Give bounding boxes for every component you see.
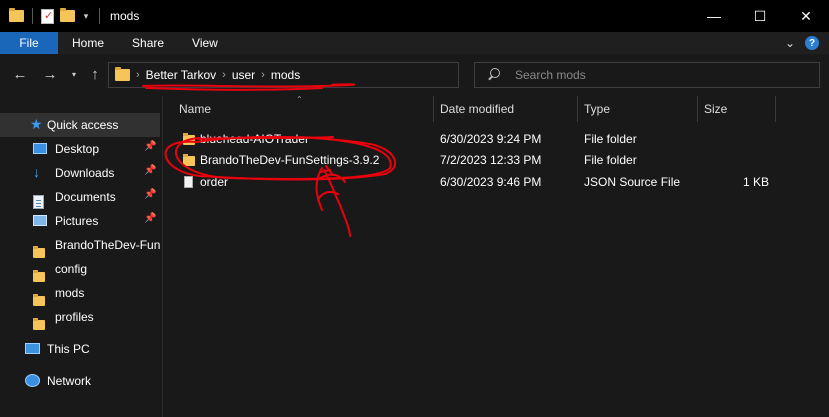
maximize-button[interactable]: ☐ xyxy=(737,0,783,32)
desktop-icon xyxy=(33,143,47,154)
sidebar-item-config[interactable]: config xyxy=(0,257,160,282)
sidebar-item-label: Network xyxy=(47,374,92,388)
documents-icon xyxy=(33,195,44,209)
search-box[interactable] xyxy=(474,62,820,88)
sidebar-item-desktop[interactable]: Desktop 📌 xyxy=(0,137,160,161)
sidebar-item-mods[interactable]: mods xyxy=(0,281,160,306)
help-icon[interactable]: ? xyxy=(805,36,819,50)
toolbar-divider xyxy=(99,8,100,24)
column-header-label: Type xyxy=(584,102,611,116)
address-bar[interactable]: › Better Tarkov › user › mods ⌄ ↻ xyxy=(108,62,557,88)
tab-home[interactable]: Home xyxy=(58,32,118,54)
column-divider[interactable] xyxy=(775,96,776,122)
file-list: Name ⌃ Date modified Type Size bluehead-… xyxy=(163,95,829,417)
column-divider[interactable] xyxy=(697,96,698,122)
up-button[interactable]: ↑ xyxy=(86,66,104,83)
breadcrumb-mods[interactable]: mods xyxy=(271,68,300,82)
downloads-icon: ↓ xyxy=(33,164,40,180)
navigation-pane: ★ Quick access Desktop 📌 ↓ Downloads 📌 D… xyxy=(0,96,162,417)
column-header-type[interactable]: Type xyxy=(584,96,610,122)
file-date: 6/30/2023 9:46 PM xyxy=(440,175,542,189)
properties-icon[interactable] xyxy=(41,8,54,24)
close-button[interactable]: ✕ xyxy=(783,0,829,32)
sidebar-item-label: This PC xyxy=(47,342,90,356)
sidebar-item-label: Quick access xyxy=(47,118,119,132)
search-input[interactable] xyxy=(515,68,795,82)
back-button[interactable]: ← xyxy=(11,66,29,83)
column-header-label: Name xyxy=(179,102,212,116)
column-header-name[interactable]: Name xyxy=(179,96,211,122)
sidebar-item-this-pc[interactable]: This PC xyxy=(0,337,160,361)
chevron-right-icon[interactable]: › xyxy=(136,69,140,81)
pin-icon[interactable]: 📌 xyxy=(144,165,156,176)
sidebar-item-label: mods xyxy=(55,286,85,300)
file-type: File folder xyxy=(584,132,637,146)
file-type: File folder xyxy=(584,153,637,167)
sidebar-item-pictures[interactable]: Pictures 📌 xyxy=(0,209,160,233)
table-row[interactable]: bluehead-AIOTrader 6/30/2023 9:24 PM Fil… xyxy=(163,128,829,150)
customize-toolbar-icon[interactable]: ▾ xyxy=(81,11,91,22)
sidebar-item-network[interactable]: Network xyxy=(0,369,160,393)
search-icon xyxy=(487,68,501,82)
file-name: bluehead-AIOTrader xyxy=(200,132,309,146)
table-row[interactable]: order 6/30/2023 9:46 PM JSON Source File… xyxy=(163,171,829,193)
file-type: JSON Source File xyxy=(584,175,681,189)
folder-icon xyxy=(183,154,195,166)
chevron-right-icon[interactable]: › xyxy=(261,69,265,81)
column-divider[interactable] xyxy=(433,96,434,122)
sidebar-item-brandothedev-fun[interactable]: BrandoTheDev-Fun xyxy=(0,233,160,258)
pin-icon[interactable]: 📌 xyxy=(144,213,156,224)
folder-icon xyxy=(115,67,130,81)
file-date: 6/30/2023 9:24 PM xyxy=(440,132,542,146)
column-header-label: Size xyxy=(704,102,728,116)
sidebar-item-downloads[interactable]: ↓ Downloads 📌 xyxy=(0,161,160,185)
toolbar-divider xyxy=(32,8,33,24)
column-divider[interactable] xyxy=(577,96,578,122)
new-folder-icon[interactable] xyxy=(60,8,75,22)
breadcrumb-better-tarkov[interactable]: Better Tarkov xyxy=(146,68,216,82)
column-header-date[interactable]: Date modified xyxy=(440,96,514,122)
file-date: 7/2/2023 12:33 PM xyxy=(440,153,542,167)
sidebar-item-label: BrandoTheDev-Fun xyxy=(55,238,160,252)
sidebar-item-label: profiles xyxy=(55,310,94,324)
sort-ascending-icon: ⌃ xyxy=(296,95,303,104)
sidebar-item-profiles[interactable]: profiles xyxy=(0,305,160,330)
table-row[interactable]: BrandoTheDev-FunSettings-3.9.2 7/2/2023 … xyxy=(163,149,829,171)
file-icon xyxy=(184,176,193,188)
tab-file[interactable]: File xyxy=(0,32,58,54)
file-name: BrandoTheDev-FunSettings-3.9.2 xyxy=(200,153,380,167)
column-header-size[interactable]: Size xyxy=(704,96,727,122)
file-name: order xyxy=(200,175,229,189)
folder-icon xyxy=(33,318,45,330)
sidebar-item-label: config xyxy=(55,262,88,276)
folder-icon[interactable] xyxy=(9,8,24,22)
computer-icon xyxy=(25,343,40,354)
pictures-icon xyxy=(33,215,47,226)
window-title: mods xyxy=(110,9,140,23)
tab-view[interactable]: View xyxy=(178,32,232,54)
title-bar: ▾ mods — ☐ ✕ xyxy=(0,0,829,32)
chevron-right-icon[interactable]: › xyxy=(222,69,226,81)
expand-ribbon-icon[interactable]: ⌄ xyxy=(785,36,795,50)
recent-locations-button[interactable]: ▾ xyxy=(65,70,83,79)
file-size: 1 KB xyxy=(742,175,769,189)
breadcrumb-user[interactable]: user xyxy=(232,68,255,82)
pin-icon[interactable]: 📌 xyxy=(144,141,156,152)
star-icon: ★ xyxy=(30,116,43,132)
folder-icon xyxy=(183,133,195,145)
quick-access-toolbar: ▾ xyxy=(0,0,102,32)
ribbon-right-controls: ⌄ ? xyxy=(785,32,819,54)
ribbon-tabs: File Home Share View ⌄ ? xyxy=(0,32,829,54)
sidebar-item-quick-access[interactable]: ★ Quick access xyxy=(0,113,160,137)
forward-button[interactable]: → xyxy=(41,66,59,83)
sidebar-item-documents[interactable]: Documents 📌 xyxy=(0,185,160,209)
window-controls: — ☐ ✕ xyxy=(691,0,829,32)
pin-icon[interactable]: 📌 xyxy=(144,189,156,200)
tab-share[interactable]: Share xyxy=(118,32,178,54)
column-header-label: Date modified xyxy=(440,102,515,116)
network-icon xyxy=(25,374,40,387)
navigation-bar: ← → ▾ ↑ › Better Tarkov › user › mods ⌄ … xyxy=(0,54,829,96)
minimize-button[interactable]: — xyxy=(691,0,737,32)
